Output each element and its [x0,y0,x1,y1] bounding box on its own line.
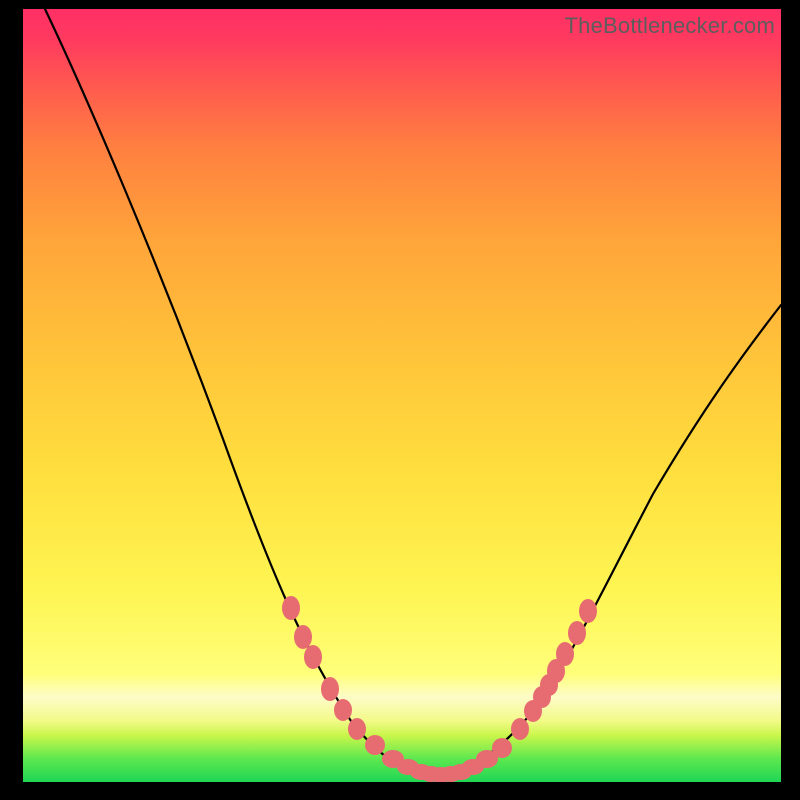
plot-area: TheBottlenecker.com [23,9,781,782]
curve-markers [282,596,597,782]
bottleneck-curve [23,9,781,782]
curve-path [45,9,781,775]
chart-frame: TheBottlenecker.com [0,0,800,800]
